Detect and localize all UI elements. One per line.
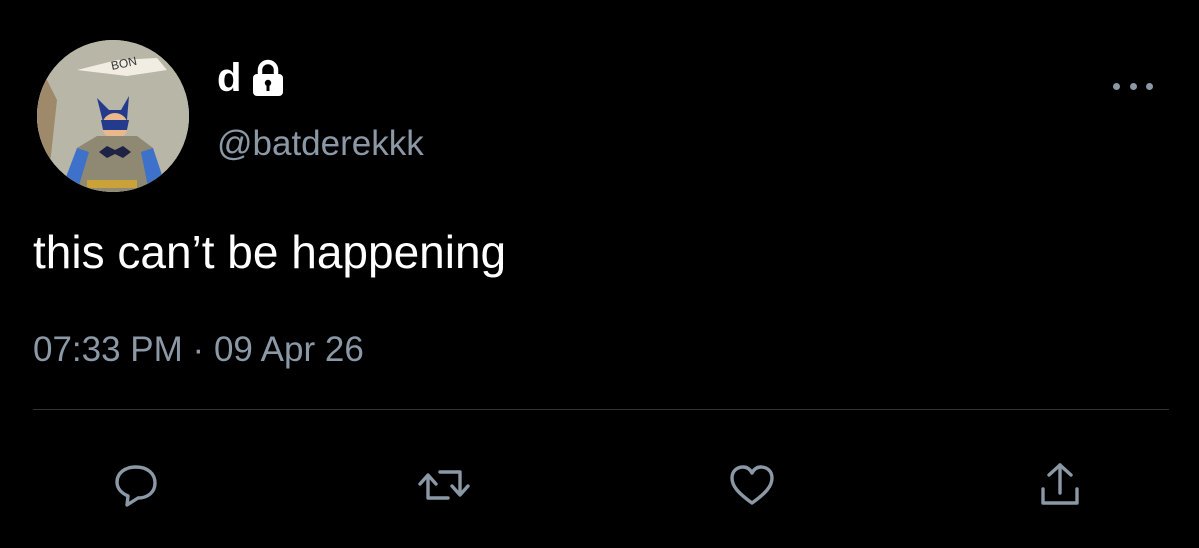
- display-name-row[interactable]: d: [217, 56, 285, 100]
- more-dot: [1146, 82, 1153, 90]
- meta-separator: ·: [192, 330, 205, 369]
- share-icon: [1041, 463, 1079, 505]
- reply-button[interactable]: [106, 455, 166, 515]
- tweet-meta: 07:33 PM · 09 Apr 26: [33, 328, 364, 372]
- retweet-icon: [418, 470, 470, 500]
- reply-icon: [115, 465, 157, 507]
- batman-avatar-image: BON: [37, 40, 189, 192]
- heart-icon: [730, 465, 774, 505]
- display-name[interactable]: d: [217, 56, 241, 100]
- tweet-text: this can’t be happening: [33, 226, 507, 278]
- avatar[interactable]: BON: [37, 40, 189, 192]
- tweet-date[interactable]: 09 Apr 26: [214, 330, 364, 369]
- user-handle[interactable]: @batderekkk: [217, 122, 424, 166]
- more-dot: [1129, 82, 1137, 90]
- lock-icon: [251, 59, 285, 97]
- like-button[interactable]: [722, 455, 782, 515]
- divider: [33, 409, 1169, 410]
- more-options-button[interactable]: [1113, 76, 1153, 96]
- share-button[interactable]: [1030, 455, 1090, 515]
- tweet-time[interactable]: 07:33 PM: [33, 330, 183, 369]
- retweet-button[interactable]: [414, 455, 474, 515]
- more-dot: [1113, 82, 1120, 90]
